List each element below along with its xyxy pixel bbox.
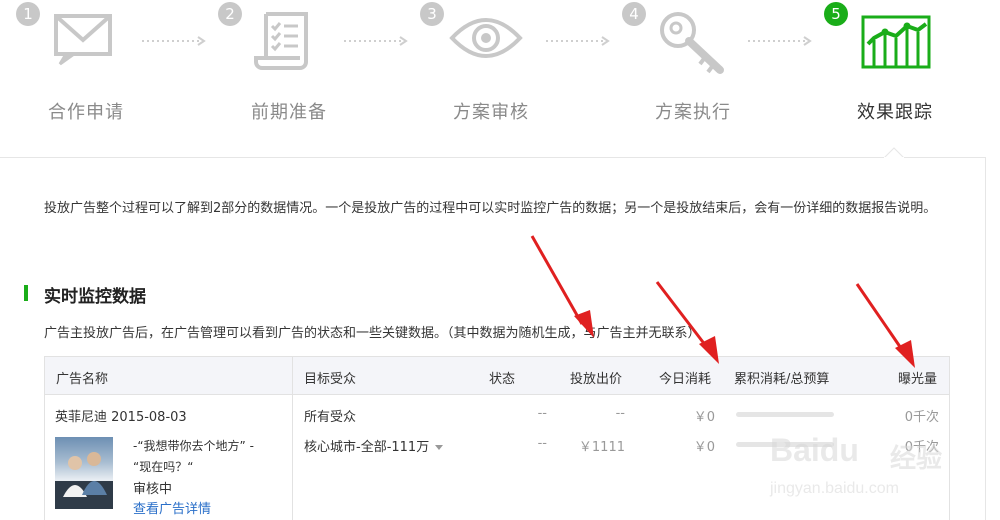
row1-budget-progress-bar — [736, 412, 834, 417]
col-bid: 投放出价 — [570, 372, 623, 387]
step-number: 5 — [824, 2, 848, 26]
envelope-icon — [54, 14, 112, 66]
row2-audience: 核心城市-全部-111万 — [304, 440, 430, 455]
ad-thumbnail[interactable] — [55, 437, 113, 509]
annotation-arrow — [655, 281, 719, 364]
step-number: 1 — [16, 2, 40, 26]
section-title: 实时监控数据 — [44, 287, 146, 307]
col-status: 状态 — [489, 372, 516, 387]
step-label: 方案审核 — [453, 102, 529, 123]
step-label: 方案执行 — [655, 102, 731, 123]
row1-bid: -- — [615, 406, 625, 421]
step-label: 合作申请 — [48, 102, 124, 123]
row1-today-spend: ￥0 — [693, 410, 715, 425]
row2-status: -- — [537, 436, 547, 451]
row1-exposure: 0千次 — [904, 410, 939, 425]
col-audience: 目标受众 — [304, 372, 357, 387]
col-ad-name: 广告名称 — [56, 372, 109, 387]
ad-copy-line-2: “现在吗？“ — [133, 460, 194, 474]
document-checklist-icon — [254, 12, 308, 70]
step-plan-review[interactable]: 3 方案审核 — [420, 0, 620, 150]
active-step-pointer — [884, 147, 904, 158]
row1-audience: 所有受众 — [304, 410, 357, 425]
eye-icon — [449, 18, 523, 58]
row1-status: -- — [537, 406, 547, 421]
column-divider — [292, 357, 293, 520]
step-effect-tracking[interactable]: 5 效果跟踪 — [824, 0, 1000, 150]
dotted-arrow-icon — [546, 36, 610, 46]
baidu-jingyan-watermark: Baidu 经验 jingyan.baidu.com — [770, 432, 980, 512]
intro-paragraph: 投放广告整个过程可以了解到2部分的数据情况。一个是投放广告的过程中可以实时监控广… — [44, 201, 937, 216]
row2-audience-select[interactable]: 核心城市-全部-111万 — [304, 436, 444, 455]
ad-photo-image — [55, 452, 113, 509]
step-plan-execution[interactable]: 4 方案执行 — [622, 0, 822, 150]
key-icon — [660, 12, 724, 74]
section-accent-bar — [24, 285, 28, 301]
progress-steps: 1 合作申请 2 前期准备 3 方案审核 4 方案执行 5 效果跟踪 — [0, 0, 1000, 158]
section-description: 广告主投放广告后，在广告管理可以看到广告的状态和一些关键数据。（其中数据为随机生… — [44, 326, 701, 341]
view-ad-details-link[interactable]: 查看广告详情 — [133, 498, 211, 517]
step-label: 效果跟踪 — [857, 102, 933, 123]
dotted-arrow-icon — [748, 36, 812, 46]
dotted-arrow-icon — [344, 36, 408, 46]
line-chart-icon — [861, 15, 931, 69]
dotted-arrow-icon — [142, 36, 206, 46]
step-number: 4 — [622, 2, 646, 26]
annotation-arrow — [530, 235, 594, 338]
watermark-brand-cn: 经验 — [890, 444, 943, 474]
step-cooperation-apply[interactable]: 1 合作申请 — [16, 0, 216, 150]
step-preparation[interactable]: 2 前期准备 — [218, 0, 418, 150]
ad-review-status: 审核中 — [133, 482, 173, 497]
row2-today-spend: ￥0 — [693, 440, 715, 455]
step-number: 2 — [218, 2, 242, 26]
col-today-spend: 今日消耗 — [659, 372, 712, 387]
step-label: 前期准备 — [251, 102, 327, 123]
ad-copy-line-1: -“我想带你去个地方” - — [133, 439, 254, 453]
table-header: 广告名称 目标受众 状态 投放出价 今日消耗 累积消耗/总预算 曝光量 — [45, 357, 949, 395]
watermark-brand: Baidu — [770, 432, 859, 468]
annotation-arrow — [855, 283, 915, 368]
col-total-budget: 累积消耗/总预算 — [734, 372, 830, 387]
row2-bid: ￥1111 — [578, 440, 625, 455]
chevron-down-icon — [435, 445, 444, 450]
step-number: 3 — [420, 2, 444, 26]
watermark-url: jingyan.baidu.com — [770, 480, 899, 497]
ad-name: 英菲尼迪 2015-08-03 — [55, 410, 187, 425]
